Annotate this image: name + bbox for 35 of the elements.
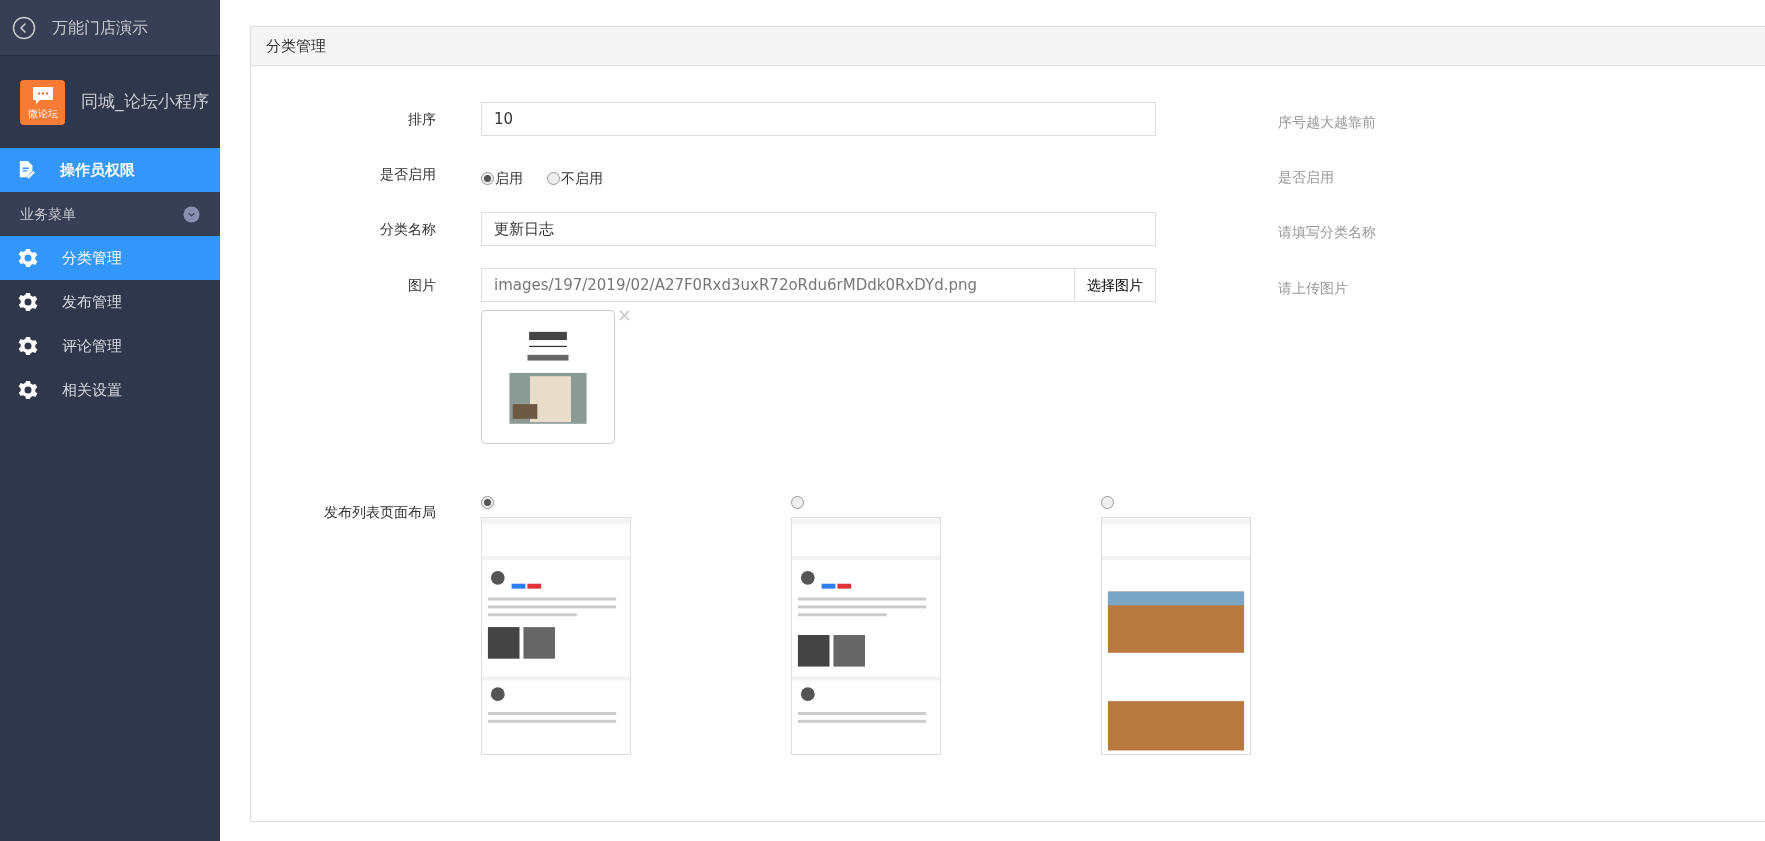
- radio-button[interactable]: [481, 496, 494, 509]
- sidebar-item[interactable]: 评论管理: [0, 324, 220, 368]
- panel-title: 分类管理: [266, 35, 326, 57]
- document-pencil-icon: [18, 160, 36, 180]
- field-label: 排序: [408, 111, 436, 127]
- chat-bubble-icon: [30, 85, 55, 106]
- gear-icon: [18, 292, 38, 312]
- field-label: 发布列表页面布局: [324, 504, 436, 520]
- sidebar-title: 万能门店演示: [52, 16, 148, 39]
- hint-text: 请上传图片: [1278, 279, 1348, 298]
- gear-icon: [18, 380, 38, 400]
- field-label: 图片: [408, 277, 436, 293]
- gear-icon: [18, 336, 38, 356]
- app-logo-text: 微论坛: [27, 106, 58, 121]
- chevron-icon: [183, 205, 200, 223]
- choose-image-button[interactable]: 选择图片: [1075, 268, 1156, 302]
- field-label: 是否启用: [380, 166, 436, 182]
- hint-text: 序号越大越靠前: [1278, 113, 1376, 132]
- text-field[interactable]: 更新日志: [481, 212, 1156, 246]
- radio-option[interactable]: 启用: [481, 165, 523, 191]
- hint-text: 是否启用: [1278, 168, 1334, 187]
- radio-button[interactable]: [1101, 496, 1114, 509]
- back-icon[interactable]: [12, 15, 36, 40]
- hint-text: 请填写分类名称: [1278, 223, 1376, 242]
- image-path-field[interactable]: images/197/2019/02/A27F0Rxd3uxR72oRdu6rMDdk0RxDYd.png: [481, 268, 1075, 302]
- radio-option[interactable]: 不启用: [547, 165, 603, 191]
- sidebar-item[interactable]: 相关设置: [0, 368, 220, 412]
- menu-section[interactable]: 业务菜单: [0, 192, 220, 236]
- remove-icon[interactable]: [619, 310, 630, 321]
- gear-icon: [18, 248, 38, 268]
- app-name: 同城_论坛小程序: [81, 90, 209, 114]
- radio-button[interactable]: [791, 496, 804, 509]
- field-label: 分类名称: [380, 221, 436, 237]
- text-field[interactable]: 10: [481, 102, 1156, 136]
- sidebar-item[interactable]: 发布管理: [0, 280, 220, 324]
